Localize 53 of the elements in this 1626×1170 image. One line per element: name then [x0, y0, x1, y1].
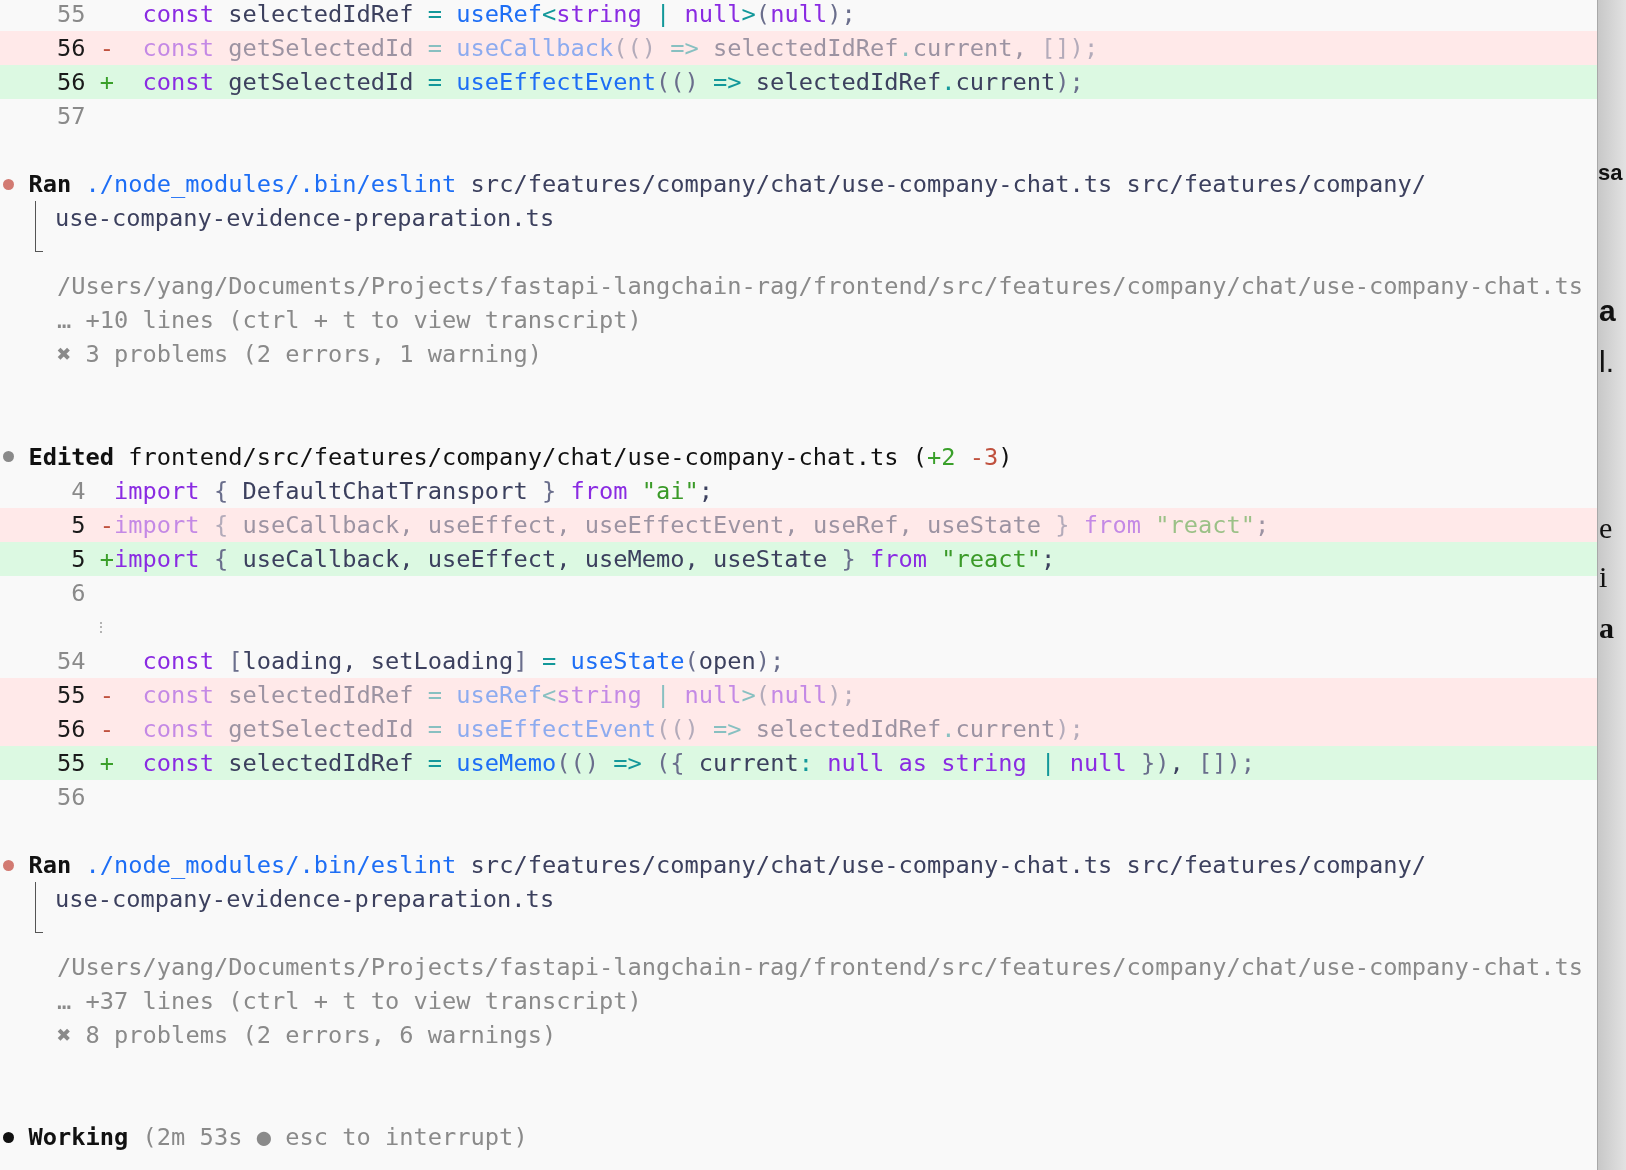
code-text: const getSelectedId = useCallback(() => selectedIdRef.current, []); [141, 33, 1099, 65]
line-number: 5 [70, 509, 86, 541]
code-text: import { useCallback, useEffect, useMemo, useState } from "react"; [114, 543, 1056, 575]
line-number: 5 [70, 543, 86, 575]
diff-sign: - [99, 33, 115, 65]
diff-sign: + [99, 543, 115, 575]
action-label: Working [28, 1122, 129, 1154]
output-text: ✖ 3 problems (2 errors, 1 warning) [57, 339, 542, 371]
output-text: ✖ 8 problems (2 errors, 6 warnings) [57, 1020, 557, 1052]
line-number: 56 [56, 33, 86, 65]
output-text: /Users/yang/Documents/Projects/fastapi-langchain-rag/frontend/src/features/company/chat/use-company-chat.ts [57, 271, 1583, 303]
line-number: 56 [56, 782, 86, 813]
text-fragment: sa [1598, 162, 1623, 184]
line-number: 55 [56, 679, 86, 711]
code-text: const getSelectedId = useEffectEvent(() => selectedIdRef.current); [141, 67, 1084, 99]
text-fragment: a [1599, 296, 1616, 326]
diff-sign: + [99, 747, 115, 779]
code-text: import { useCallback, useEffect, useEffectEvent, useRef, useState } from "react"; [114, 509, 1270, 541]
command-text: use-company-evidence-preparation.ts [55, 203, 555, 235]
command-text: frontend/src/features/company/chat/use-company-chat.ts (+2 -3) [128, 441, 1013, 473]
diff-sign: + [99, 67, 115, 99]
code-text: const [loading, setLoading] = useState(open); [141, 645, 785, 677]
output-text: /Users/yang/Documents/Projects/fastapi-langchain-rag/frontend/src/features/company/chat/use-company-chat.ts [57, 952, 1583, 984]
command-text: ./node_modules/.bin/eslint src/features/company/chat/use-company-chat.ts src/features/company/ [85, 850, 1427, 882]
text-fragment: l. [1599, 347, 1614, 377]
text-fragment: a [1599, 613, 1614, 643]
line-number: 55 [56, 0, 86, 30]
action-label: Ran [28, 169, 72, 201]
line-number: 55 [56, 747, 86, 779]
line-number: 6 [70, 577, 86, 609]
code-text: const selectedIdRef = useMemo(() => ({ current: null as string | null }), []); [141, 747, 1256, 779]
command-text: ./node_modules/.bin/eslint src/features/company/chat/use-company-chat.ts src/features/company/ [85, 169, 1427, 201]
line-number: 56 [56, 67, 86, 99]
diff-sign: - [99, 713, 115, 745]
action-label: Edited [28, 441, 115, 473]
line-number: 4 [70, 475, 86, 507]
diff-sign: - [99, 509, 115, 541]
command-text: (2m 53s ● esc to interrupt) [142, 1122, 528, 1154]
diff-sign: - [99, 679, 115, 711]
output-text: … +37 lines (ctrl + t to view transcript) [57, 986, 642, 1018]
line-number: 54 [56, 645, 86, 677]
code-text: const selectedIdRef = useRef<string | null>(null); [141, 0, 856, 30]
code-text: const getSelectedId = useEffectEvent(() => selectedIdRef.current); [141, 713, 1084, 745]
line-number: 56 [56, 713, 86, 745]
diff-sign: ⋮ [94, 617, 103, 637]
code-text: const selectedIdRef = useRef<string | null>(null); [141, 679, 856, 711]
output-text: … +10 lines (ctrl + t to view transcript) [57, 305, 642, 337]
line-number: 57 [56, 101, 86, 133]
text-fragment: i [1599, 562, 1608, 592]
code-text: import { DefaultChatTransport } from "ai"; [114, 475, 714, 507]
action-label: Ran [28, 850, 72, 882]
text-fragment: e [1599, 513, 1613, 543]
command-text: use-company-evidence-preparation.ts [55, 884, 555, 916]
